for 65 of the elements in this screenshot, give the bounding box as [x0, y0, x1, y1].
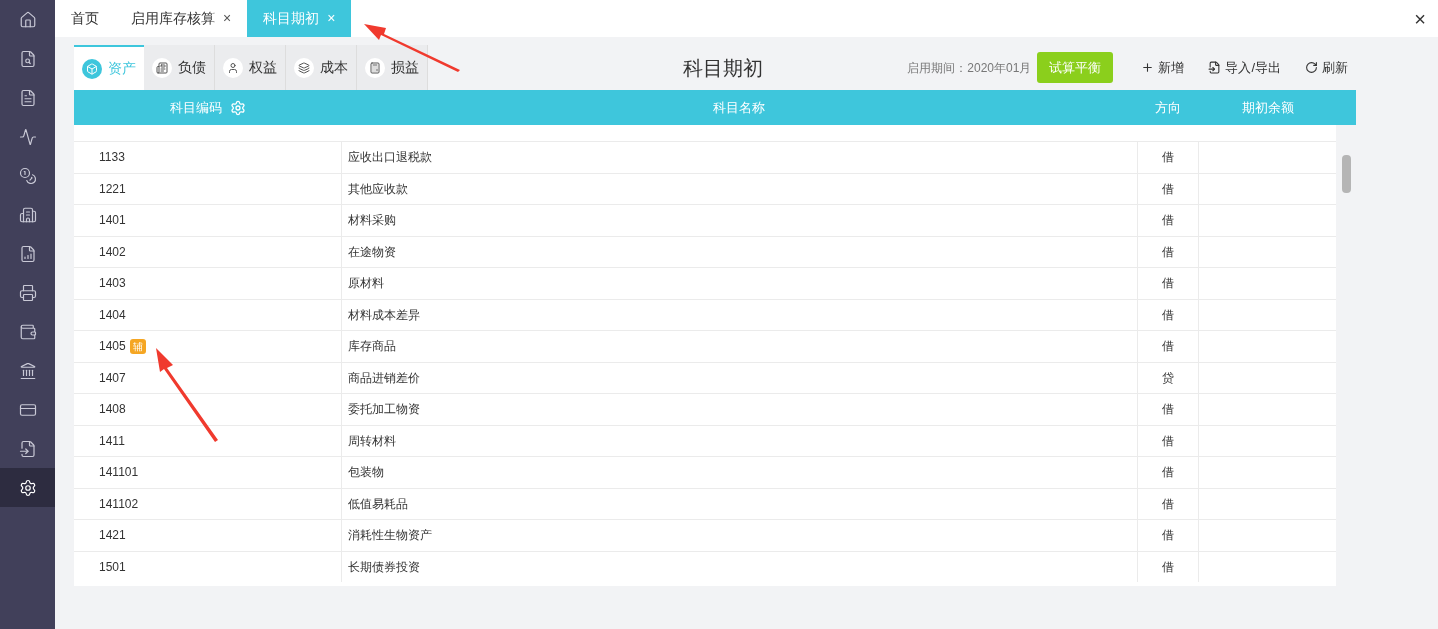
- table-cell-text: 贷: [1162, 369, 1174, 387]
- table-cell-text: 借: [1162, 212, 1174, 230]
- table-cell-text: 1501: [99, 558, 126, 576]
- table-cell-text: 长期债券投资: [348, 558, 420, 576]
- table-cell-text: 1402: [99, 243, 126, 261]
- table-cell-text: 借: [1162, 243, 1174, 261]
- table-cell-text: 原材料: [348, 275, 384, 293]
- scrollbar-thumb[interactable]: [1341, 155, 1351, 193]
- page-tab[interactable]: 首页: [55, 0, 115, 37]
- refresh-button[interactable]: 刷新: [1305, 57, 1348, 78]
- document-import-icon: [1208, 61, 1222, 74]
- table-cell-text: 借: [1162, 338, 1174, 356]
- auxiliary-tag: 辅: [129, 338, 146, 354]
- table-cell-text: 1411: [99, 432, 125, 450]
- layers-icon: [294, 57, 314, 78]
- table-cell-text: 1408: [99, 401, 126, 419]
- table-cell-text: 借: [1162, 432, 1174, 450]
- table-cell-text: 141102: [99, 495, 139, 513]
- table-cell-text: 低值易耗品: [348, 495, 408, 513]
- person-icon: [223, 57, 243, 78]
- import-export-button[interactable]: 导入/导出: [1208, 57, 1281, 78]
- table-cell-text: 借: [1162, 527, 1174, 545]
- table-cell-text: 1404: [99, 306, 126, 324]
- table-cell-text: 材料成本差异: [348, 306, 420, 324]
- page-tab[interactable]: 启用库存核算 ×: [115, 0, 248, 37]
- table-cell-text: 1407: [99, 369, 126, 387]
- box-icon: [82, 58, 102, 79]
- plus-icon: [1141, 61, 1155, 74]
- table-cell-text: 其他应收款: [348, 180, 408, 198]
- table-cell-text: 借: [1162, 464, 1174, 482]
- table-cell-text: 借: [1162, 558, 1174, 576]
- table-cell-text: 库存商品: [348, 338, 396, 356]
- table-cell-text: 消耗性生物资产: [348, 527, 432, 545]
- newspaper-icon: [152, 57, 172, 78]
- column-header: 期初余额: [1241, 99, 1294, 115]
- table-cell-text: 借: [1162, 495, 1174, 513]
- table-cell-text: 141101: [99, 464, 139, 482]
- table-cell-text: 借: [1162, 401, 1174, 419]
- table-cell-text: 商品进销差价: [348, 369, 420, 387]
- table-cell-text: 委托加工物资: [348, 401, 420, 419]
- table-cell-text: 借: [1162, 149, 1174, 167]
- table-cell-text: 材料采购: [348, 212, 396, 230]
- table-cell-text: 借: [1162, 306, 1174, 324]
- table-cell-text: 在途物资: [348, 243, 396, 261]
- refresh-icon: [1305, 61, 1318, 74]
- table-cell-text: 1405: [99, 338, 126, 356]
- table-cell-text: 1421: [99, 527, 126, 545]
- page-title: 科目期初: [682, 55, 763, 81]
- column-header: 方向: [1155, 99, 1181, 115]
- close-button[interactable]: ×: [1402, 0, 1438, 37]
- column-header: 科目编码: [169, 98, 222, 117]
- table-cell-text: 包装物: [348, 464, 384, 482]
- column-header: 科目名称: [713, 99, 765, 115]
- period-label: 启用期间：2020年01月: [907, 59, 1032, 77]
- table-cell-text: 1133: [99, 149, 125, 167]
- table-cell-text: 1401: [99, 212, 126, 230]
- add-button[interactable]: 新增: [1141, 57, 1185, 78]
- table-cell-text: 周转材料: [348, 432, 396, 450]
- close-icon[interactable]: ×: [223, 8, 232, 29]
- table-cell-text: 1221: [99, 180, 126, 198]
- settings-icon[interactable]: [0, 468, 55, 507]
- table-cell-text: 应收出口退税款: [348, 149, 432, 167]
- table-cell-text: 借: [1162, 180, 1174, 198]
- table-cell-text: 借: [1162, 275, 1174, 293]
- table-cell-text: 1403: [99, 275, 126, 293]
